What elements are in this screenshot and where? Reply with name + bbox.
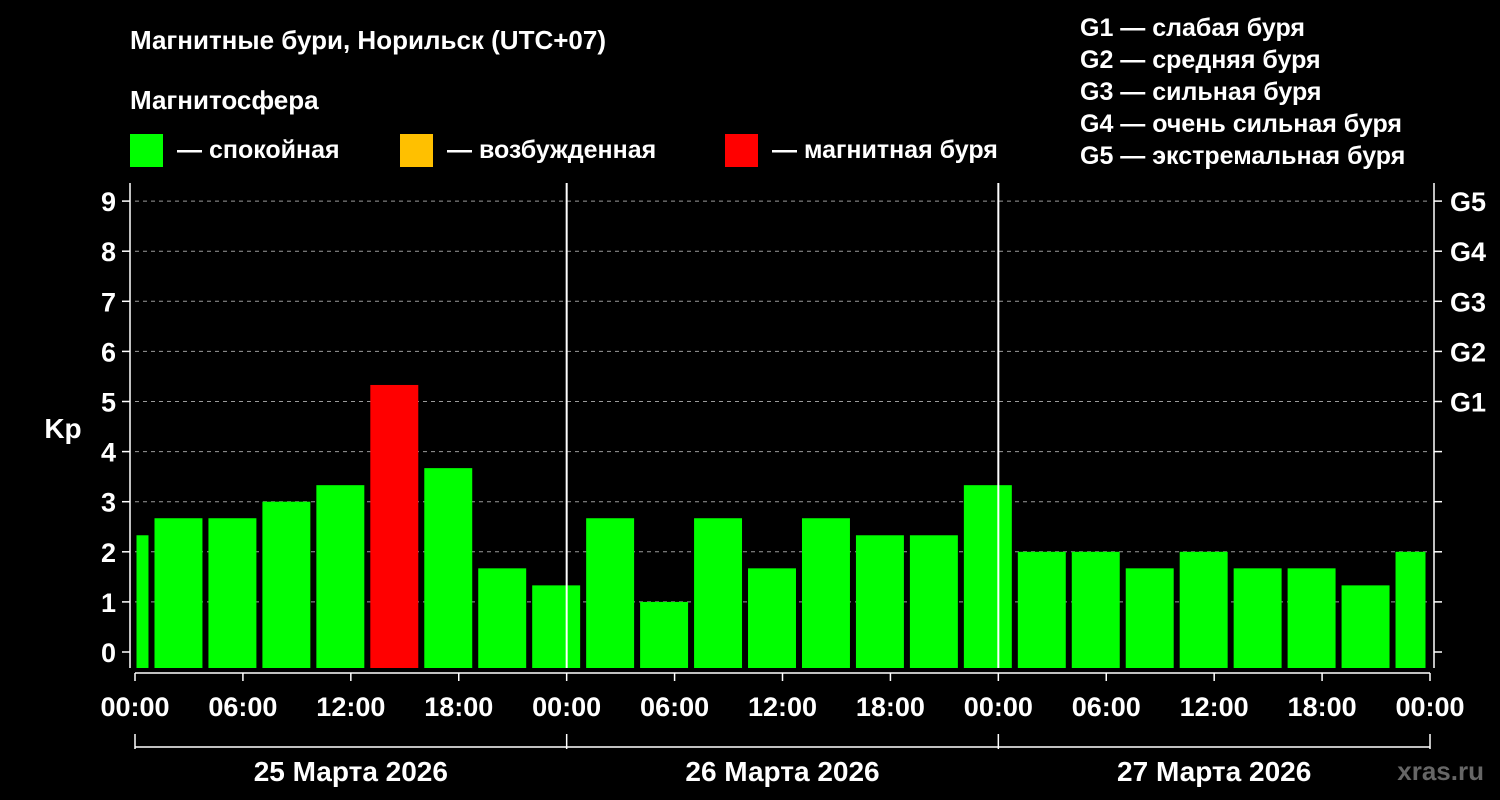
x-tick-label: 00:00 xyxy=(100,692,169,722)
x-tick-label: 00:00 xyxy=(964,692,1033,722)
y-axis-label: Kp xyxy=(44,413,81,444)
x-tick-label: 12:00 xyxy=(748,692,817,722)
kp-bar xyxy=(1287,568,1336,668)
magnetosphere-title: Магнитосфера xyxy=(130,85,319,115)
legend-swatch-quiet xyxy=(130,134,163,167)
x-tick-label: 06:00 xyxy=(1072,692,1141,722)
kp-bar xyxy=(801,518,850,668)
legend-label-active: — возбужденная xyxy=(447,136,656,164)
day-label: 27 Марта 2026 xyxy=(1117,756,1311,787)
kp-bar xyxy=(1125,568,1174,668)
kp-bar xyxy=(909,535,958,668)
storm-scale-item: G5 — экстремальная буря xyxy=(1080,142,1405,170)
y-tick-label: 1 xyxy=(101,588,116,618)
kp-bar xyxy=(1395,551,1426,668)
y-tick-label: 2 xyxy=(101,538,116,568)
y-tick-label: 0 xyxy=(101,638,116,668)
legend-swatch-active xyxy=(400,134,433,167)
kp-bar xyxy=(748,568,796,668)
storm-level-label: G5 xyxy=(1450,187,1486,217)
chart-title: Магнитные бури, Норильск (UTC+07) xyxy=(130,25,606,55)
storm-scale-legend: G1 — слабая буря G2 — средняя буря G3 — си… xyxy=(1080,14,1405,170)
kp-bar xyxy=(963,485,1012,668)
storm-level-label: G1 xyxy=(1450,388,1486,418)
kp-bar xyxy=(208,518,257,668)
x-tick-label: 00:00 xyxy=(532,692,601,722)
storm-level-label: G2 xyxy=(1450,337,1486,367)
plot-area: 0 1 2 3 4 5 6 7 8 9 G1 G2 G3 G4 G5 00:00 06:00 12:00 18:00… xyxy=(100,183,1486,787)
kp-bar xyxy=(586,518,635,668)
storm-scale-item: G2 — средняя буря xyxy=(1080,46,1321,74)
kp-bar xyxy=(532,585,581,668)
day-label: 26 Марта 2026 xyxy=(685,756,879,787)
y-tick-label: 5 xyxy=(101,388,116,418)
y-tick-label: 6 xyxy=(101,337,116,367)
x-tick-label: 12:00 xyxy=(1180,692,1249,722)
kp-chart: Магнитные бури, Норильск (UTC+07) Магнит… xyxy=(44,14,1486,787)
y-tick-label: 8 xyxy=(101,237,116,267)
kp-bar xyxy=(855,535,904,668)
storm-scale-item: G3 — сильная буря xyxy=(1080,78,1322,106)
kp-bar xyxy=(1341,585,1390,668)
y-tick-label: 4 xyxy=(101,438,116,468)
y-tick-label: 9 xyxy=(101,187,116,217)
x-tick-label: 18:00 xyxy=(424,692,493,722)
kp-bar xyxy=(1179,551,1228,668)
x-tick-label: 00:00 xyxy=(1395,692,1464,722)
kp-bar xyxy=(136,535,149,668)
watermark: xras.ru xyxy=(1397,756,1484,786)
legend-label-quiet: — спокойная xyxy=(177,136,340,164)
kp-bar xyxy=(1233,568,1282,668)
magnetosphere-legend: — спокойная — возбужденная — магнитная бур… xyxy=(130,134,998,167)
storm-level-label: G3 xyxy=(1450,287,1486,317)
kp-bar xyxy=(370,384,419,668)
x-tick-label: 18:00 xyxy=(856,692,925,722)
legend-swatch-storm xyxy=(725,134,758,167)
kp-bar xyxy=(154,518,203,668)
x-tick-label: 06:00 xyxy=(640,692,709,722)
x-tick-label: 06:00 xyxy=(208,692,277,722)
x-tick-label: 18:00 xyxy=(1288,692,1357,722)
legend-label-storm: — магнитная буря xyxy=(772,136,998,164)
day-label: 25 Марта 2026 xyxy=(254,756,448,787)
storm-scale-item: G1 — слабая буря xyxy=(1080,14,1305,42)
x-tick-label: 12:00 xyxy=(316,692,385,722)
storm-scale-item: G4 — очень сильная буря xyxy=(1080,110,1402,138)
kp-bar xyxy=(424,468,473,668)
kp-bar xyxy=(694,518,743,668)
kp-bar xyxy=(316,485,365,668)
kp-bar xyxy=(1071,551,1120,668)
kp-bar xyxy=(640,601,689,668)
kp-bar xyxy=(478,568,527,668)
kp-bar xyxy=(262,501,311,668)
y-tick-label: 3 xyxy=(101,488,116,518)
y-tick-label: 7 xyxy=(101,287,116,317)
storm-level-label: G4 xyxy=(1450,237,1486,267)
kp-bar xyxy=(1017,551,1066,668)
